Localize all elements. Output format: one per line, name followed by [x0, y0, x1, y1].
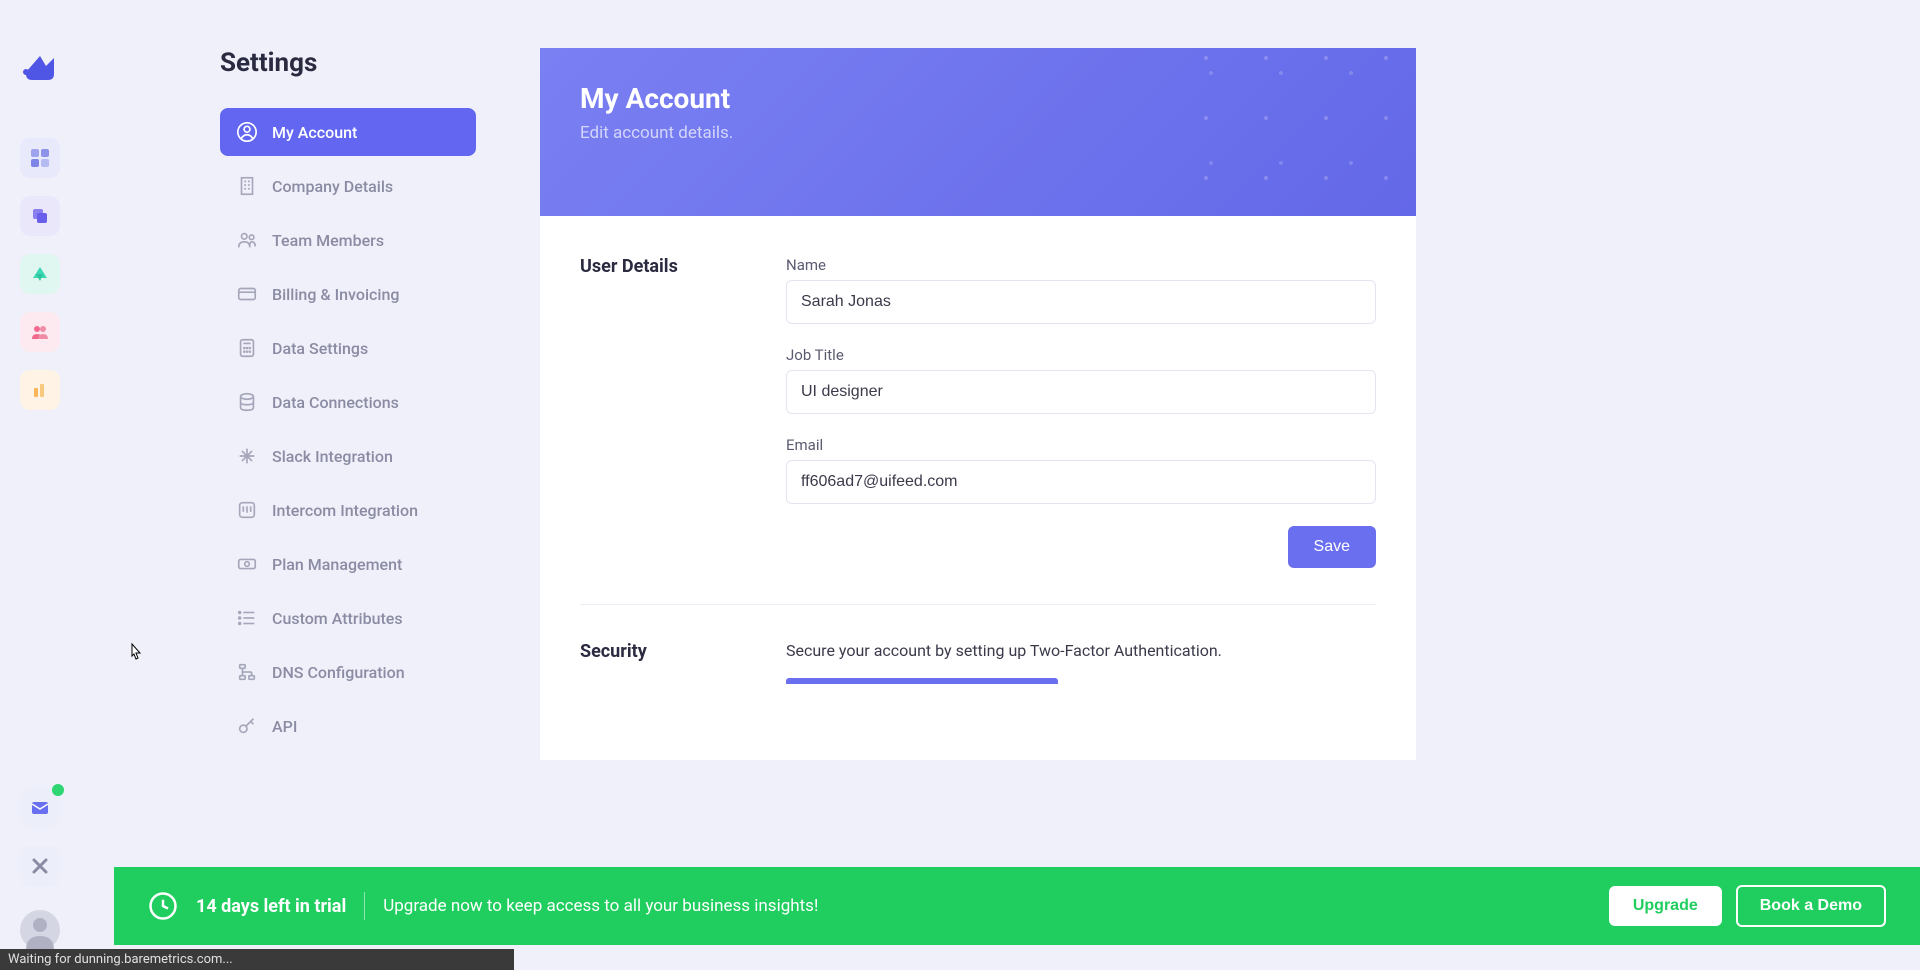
users-icon [236, 229, 258, 251]
page-title: My Account [580, 82, 1376, 115]
sidebar-item-label: Team Members [272, 231, 384, 250]
settings-title: Settings [220, 48, 476, 78]
page-subtitle: Edit account details. [580, 123, 1376, 143]
sidebar-item-label: API [272, 717, 297, 736]
sidebar-item-custom-attributes[interactable]: Custom Attributes [220, 594, 476, 642]
security-description: Secure your account by setting up Two-Fa… [786, 641, 1376, 660]
sidebar-item-label: Custom Attributes [272, 609, 403, 628]
sidebar-item-my-account[interactable]: My Account [220, 108, 476, 156]
trial-banner: 14 days left in trial Upgrade now to kee… [114, 867, 1920, 945]
sidebar-item-label: Intercom Integration [272, 501, 418, 520]
notification-badge [52, 784, 64, 796]
calculator-icon [236, 337, 258, 359]
nav-inbox-icon[interactable] [20, 788, 60, 828]
money-icon [236, 553, 258, 575]
job-title-label: Job Title [786, 346, 1376, 364]
upgrade-button[interactable]: Upgrade [1609, 886, 1722, 926]
database-icon [236, 391, 258, 413]
user-circle-icon [236, 121, 258, 143]
sidebar-item-team-members[interactable]: Team Members [220, 216, 476, 264]
name-label: Name [786, 256, 1376, 274]
email-input[interactable] [786, 460, 1376, 504]
book-demo-button[interactable]: Book a Demo [1736, 885, 1886, 927]
sidebar-item-billing[interactable]: Billing & Invoicing [220, 270, 476, 318]
dns-icon [236, 661, 258, 683]
sidebar-item-label: Data Settings [272, 339, 368, 358]
building-icon [236, 175, 258, 197]
sidebar-item-data-connections[interactable]: Data Connections [220, 378, 476, 426]
sidebar-item-label: Plan Management [272, 555, 402, 574]
sidebar-item-label: My Account [272, 123, 357, 142]
main-content: My Account Edit account details. User De… [540, 48, 1416, 760]
sidebar-item-slack[interactable]: Slack Integration [220, 432, 476, 480]
security-heading: Security [580, 641, 786, 684]
sidebar-item-data-settings[interactable]: Data Settings [220, 324, 476, 372]
trial-days-text: 14 days left in trial [196, 896, 346, 917]
nav-dashboard-icon[interactable] [20, 138, 60, 178]
icon-rail [0, 0, 80, 970]
list-icon [236, 607, 258, 629]
sidebar-item-label: Slack Integration [272, 447, 393, 466]
nav-people-icon[interactable] [20, 312, 60, 352]
intercom-icon [236, 499, 258, 521]
sidebar-item-label: Company Details [272, 177, 393, 196]
divider [364, 892, 365, 920]
save-button[interactable]: Save [1288, 526, 1376, 568]
sidebar-item-label: DNS Configuration [272, 663, 405, 682]
name-input[interactable] [786, 280, 1376, 324]
card-icon [236, 283, 258, 305]
clock-icon [148, 891, 178, 921]
email-label: Email [786, 436, 1376, 454]
slack-icon [236, 445, 258, 467]
sidebar-item-plan-management[interactable]: Plan Management [220, 540, 476, 588]
sidebar-item-api[interactable]: API [220, 702, 476, 750]
two-factor-button-partial[interactable] [786, 678, 1058, 684]
nav-analytics-icon[interactable] [20, 254, 60, 294]
nav-close-icon[interactable] [20, 846, 60, 886]
sidebar-item-intercom[interactable]: Intercom Integration [220, 486, 476, 534]
trial-upgrade-text: Upgrade now to keep access to all your b… [383, 896, 818, 916]
job-title-input[interactable] [786, 370, 1376, 414]
sidebar-item-label: Data Connections [272, 393, 399, 412]
user-details-heading: User Details [580, 256, 786, 568]
sidebar-item-label: Billing & Invoicing [272, 285, 399, 304]
nav-reports-icon[interactable] [20, 370, 60, 410]
settings-sidebar: Settings My Account Company Details Team… [80, 0, 540, 756]
key-icon [236, 715, 258, 737]
sidebar-item-company-details[interactable]: Company Details [220, 162, 476, 210]
logo-icon[interactable] [18, 44, 62, 88]
user-avatar[interactable] [20, 910, 60, 950]
browser-status-bar: Waiting for dunning.baremetrics.com... [0, 949, 514, 970]
sidebar-item-dns[interactable]: DNS Configuration [220, 648, 476, 696]
main-header: My Account Edit account details. [540, 48, 1416, 216]
nav-layers-icon[interactable] [20, 196, 60, 236]
